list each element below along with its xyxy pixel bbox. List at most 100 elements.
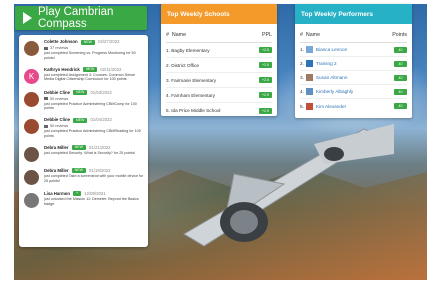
row-rank: 4. — [166, 92, 170, 98]
table-header: # Name PPL — [166, 32, 272, 43]
col-name: Name — [171, 32, 187, 38]
feed-text: just completed Take a screenshot with yo… — [44, 173, 144, 183]
feed-text: just completed Practice Administering CB… — [44, 129, 141, 138]
school-name: Fairmarie Elementary — [171, 77, 217, 83]
performer-name-link[interactable]: Kim Alexander — [316, 104, 394, 109]
feed-text: just unlocked the Mission 11: Demeter: B… — [44, 196, 139, 206]
points-badge: 40 — [394, 46, 407, 53]
status-badge: NEW — [80, 39, 96, 45]
performer-name-link[interactable]: Susan Altmann — [316, 75, 394, 80]
avatar — [305, 88, 313, 95]
feed-reviews[interactable]: 50 reviews — [50, 96, 68, 102]
table-header: # Name Points — [300, 32, 407, 43]
row-rank: 2. — [166, 62, 170, 68]
feed-item: Debra Miller NEW 01/19/2022 just completed… — [24, 168, 144, 185]
feed-item: K Kathryn Hendrick NEW 02/11/2022 just com… — [24, 67, 144, 84]
avatar — [305, 74, 313, 81]
table-row: 5. Kim Alexander 40 — [300, 99, 407, 113]
feed-date: 01/19/2022 — [89, 167, 111, 173]
avatar[interactable] — [24, 119, 39, 135]
points-badge: 40 — [394, 60, 407, 67]
table-row: 5. Ida Price Middle School +2.5 — [166, 103, 272, 116]
comment-icon — [44, 124, 48, 128]
row-rank: 5. — [300, 103, 304, 109]
comment-icon — [44, 97, 48, 101]
avatar[interactable] — [24, 91, 39, 107]
table-row: 4. Farnham Elementary +2.5 — [166, 88, 272, 103]
avatar[interactable] — [24, 146, 39, 162]
jet-plane-image — [183, 124, 394, 247]
performer-name-link[interactable]: Bianca Lennon — [316, 47, 394, 52]
feed-date: 12/08/2021 — [84, 190, 106, 196]
avatar[interactable] — [24, 41, 39, 56]
table-row: 4. Kimberly Albaghly 40 — [300, 85, 407, 99]
row-rank: 3. — [300, 75, 304, 80]
table-row: 3. Susan Altmann 40 — [300, 71, 407, 85]
feed-date: 02/27/2022 — [98, 39, 120, 44]
col-points: Points — [392, 32, 407, 38]
col-name: Name — [305, 32, 321, 38]
status-badge: NEW — [82, 67, 98, 73]
top-weekly-performers-panel: Top Weekly Performers # Name Points 1. Bi… — [295, 4, 412, 118]
performer-name-link[interactable]: Training 2 — [316, 61, 394, 66]
play-cambrian-compass-button[interactable]: Play Cambrian Compass — [15, 6, 147, 30]
feed-date: 02/11/2022 — [100, 66, 122, 72]
ppl-badge: +2.5 — [259, 92, 272, 98]
avatar[interactable]: K — [24, 68, 39, 84]
feed-item: Colette Johnson NEW 02/27/2022 37 reviews … — [24, 39, 144, 61]
avatar[interactable] — [24, 169, 39, 185]
row-rank: 1. — [166, 47, 170, 53]
status-badge: NEW — [73, 117, 88, 123]
ppl-badge: +2.5 — [259, 107, 272, 114]
top-weekly-schools-panel: Top Weekly Schools # Name PPL 1. Bagby E… — [161, 4, 277, 116]
feed-item: Lisa Harmon +12/08/2021 just unlocked the… — [24, 191, 144, 208]
ppl-badge: +2.5 — [259, 77, 272, 83]
avatar — [305, 46, 313, 53]
row-rank: 2. — [300, 61, 304, 66]
feed-date: 01/21/2022 — [89, 144, 111, 150]
row-rank: 5. — [166, 108, 170, 113]
table-row: 2. Training 2 40 — [300, 57, 407, 71]
school-name: Farnham Elementary — [171, 92, 216, 98]
col-rank: # — [300, 32, 303, 38]
feed-text: just completed Practice Administering CB… — [44, 101, 137, 111]
table-row: 3. Fairmarie Elementary +2.5 — [166, 73, 272, 88]
feed-user-name[interactable]: Kathryn Hendrick — [44, 67, 80, 73]
feed-text: just completed Security: What is Securit… — [44, 150, 136, 155]
school-name: District Office — [171, 62, 200, 68]
ppl-badge: +2.5 — [259, 47, 272, 53]
avatar — [305, 60, 313, 67]
status-badge: NEW — [71, 145, 86, 151]
school-name: Ida Price Middle School — [171, 108, 221, 113]
avatar[interactable] — [24, 192, 39, 208]
feed-user-name[interactable]: Debra Miller — [44, 168, 69, 174]
comment-icon — [44, 46, 48, 50]
status-badge: NEW — [71, 168, 86, 174]
row-rank: 1. — [300, 47, 304, 52]
performer-name-link[interactable]: Kimberly Albaghly — [316, 89, 394, 94]
status-badge: + — [73, 191, 82, 197]
school-name: Bagby Elementary — [171, 47, 210, 53]
feed-date: 01/04/2022 — [90, 117, 112, 123]
col-ppl: PPL — [261, 32, 272, 38]
avatar — [305, 102, 313, 110]
feed-item: Debra Miller NEW 01/21/2022 just completed… — [24, 145, 144, 162]
points-badge: 40 — [394, 74, 407, 81]
table-row: 1. Bianca Lennon 40 — [300, 43, 407, 57]
feed-user-name[interactable]: Lisa Harmon — [44, 191, 70, 197]
panel-title: Top Weekly Schools — [161, 4, 277, 24]
panel-title: Top Weekly Performers — [295, 4, 412, 24]
activity-feed: Colette Johnson NEW 02/27/2022 37 reviews … — [19, 35, 148, 247]
feed-user-name[interactable]: Debra Miller — [44, 145, 69, 151]
status-badge: NEW — [73, 90, 88, 96]
table-row: 2. District Office +2.5 — [166, 58, 272, 73]
points-badge: 40 — [394, 88, 407, 95]
feed-item: Debbie Cline NEW 01/04/2022 50 reviews jus… — [24, 117, 144, 139]
feed-text: just completed Assignment 3: Courses: Co… — [44, 72, 136, 82]
table-row: 1. Bagby Elementary +2.5 — [166, 43, 272, 58]
ppl-badge: +2.5 — [259, 62, 272, 68]
points-badge: 40 — [394, 103, 407, 109]
feed-item: Debbie Cline NEW 01/03/2022 50 reviews jus… — [24, 90, 144, 112]
row-rank: 3. — [166, 77, 170, 83]
feed-date: 01/03/2022 — [90, 89, 112, 95]
